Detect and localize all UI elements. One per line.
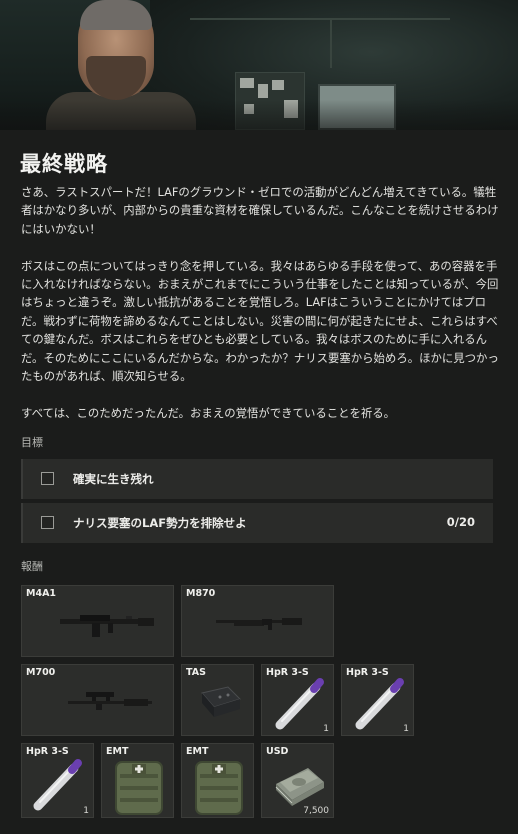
reward-item-hpr-3-s[interactable]: HpR 3-S 1 xyxy=(261,664,334,736)
reward-item-hpr-3-s[interactable]: HpR 3-S 1 xyxy=(21,743,94,818)
briefing-paragraph: さあ、ラストスパートだ！LAFのグラウンド・ゼロでの活動がどんどん増えてきている… xyxy=(21,185,499,236)
reward-quantity: 7,500 xyxy=(303,806,329,816)
reward-item-emt[interactable]: EMT xyxy=(181,743,254,818)
objective-text: 確実に生き残れ xyxy=(73,472,154,486)
objective-text: ナリス要塞のLAF勢力を排除せよ xyxy=(73,516,247,530)
reward-name: HpR 3-S xyxy=(26,746,69,757)
reward-item-hpr-3-s[interactable]: HpR 3-S 1 xyxy=(341,664,414,736)
reward-name: EMT xyxy=(106,746,129,757)
mission-header-image xyxy=(0,0,518,130)
reward-name: EMT xyxy=(186,746,209,757)
rewards-label: 報酬 xyxy=(21,560,43,573)
reward-name: TAS xyxy=(186,667,206,678)
objective-checkbox[interactable] xyxy=(41,516,54,529)
reward-name: HpR 3-S xyxy=(346,667,389,678)
reward-quantity: 1 xyxy=(323,724,329,734)
objective-checkbox[interactable] xyxy=(41,472,54,485)
reward-item-m700[interactable]: M700 xyxy=(21,664,174,736)
reward-item-m870[interactable]: M870 xyxy=(181,585,334,657)
reward-item-usd[interactable]: USD 7,500 xyxy=(261,743,334,818)
objective-row[interactable]: 確実に生き残れ xyxy=(21,459,493,499)
reward-name: USD xyxy=(266,746,289,757)
reward-name: M700 xyxy=(26,667,56,678)
mission-briefing: さあ、ラストスパートだ！LAFのグラウンド・ゼロでの活動がどんどん増えてきている… xyxy=(21,183,507,441)
reward-name: M870 xyxy=(186,588,216,599)
objective-progress: 0/20 xyxy=(446,515,475,529)
reward-item-m4a1[interactable]: M4A1 xyxy=(21,585,174,657)
mission-title: 最終戦略 xyxy=(20,152,108,176)
objectives-label: 目標 xyxy=(21,436,43,449)
reward-quantity: 1 xyxy=(83,806,89,816)
reward-name: HpR 3-S xyxy=(266,667,309,678)
briefing-paragraph: すべては、このためだったんだ。おまえの覚悟ができていることを祈る。 xyxy=(21,405,396,420)
objective-row[interactable]: ナリス要塞のLAF勢力を排除せよ 0/20 xyxy=(21,503,493,543)
reward-item-tas[interactable]: TAS xyxy=(181,664,254,736)
reward-item-emt[interactable]: EMT xyxy=(101,743,174,818)
reward-name: M4A1 xyxy=(26,588,57,599)
briefing-paragraph: ボスはこの点についてはっきり念を押している。我々はあらゆる手段を使って、あの容器… xyxy=(21,258,499,384)
reward-quantity: 1 xyxy=(403,724,409,734)
